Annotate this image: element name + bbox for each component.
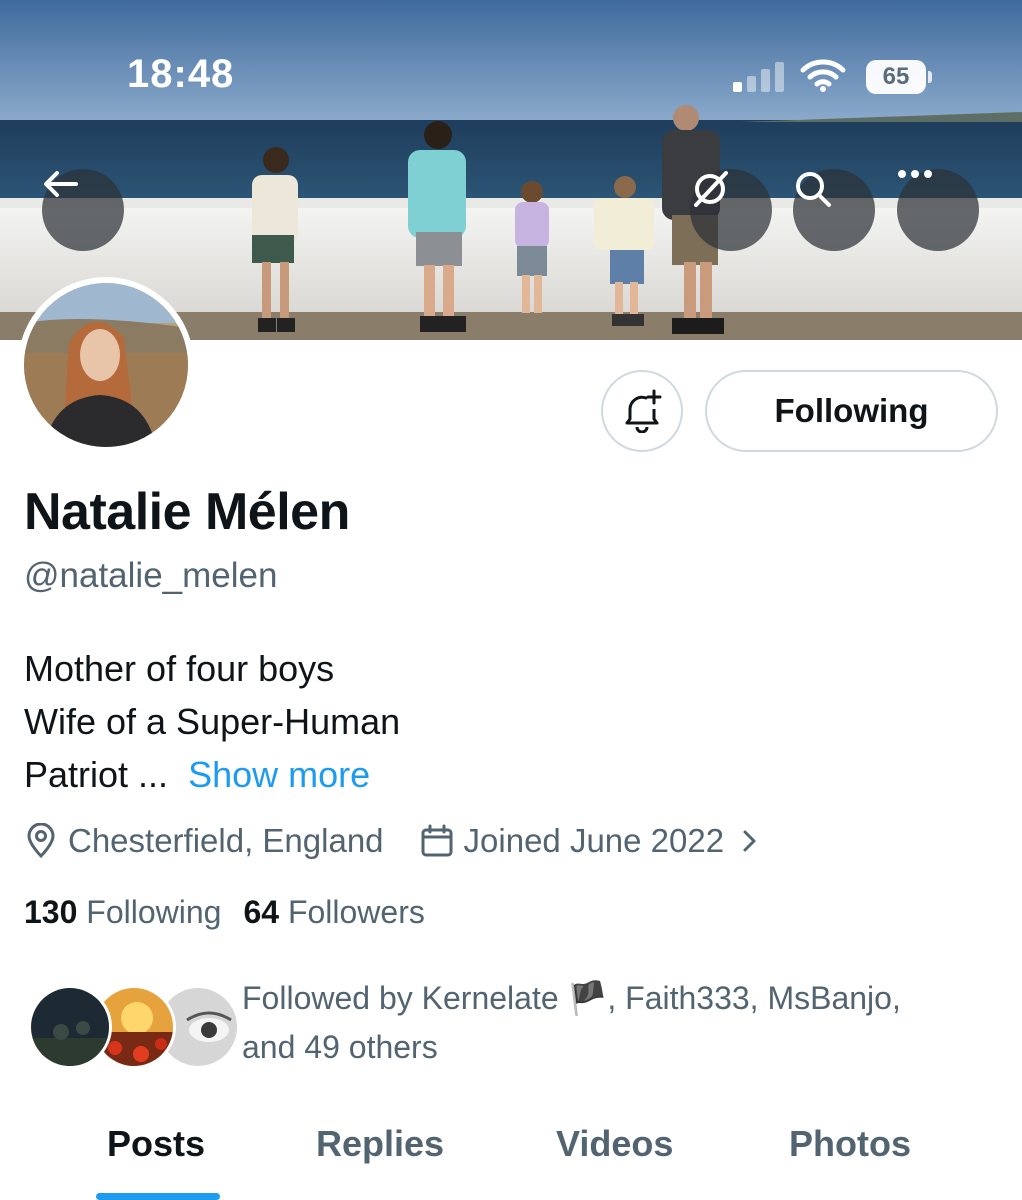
location-text: Chesterfield, England [68, 822, 384, 859]
display-name: Natalie Mélen [24, 483, 350, 541]
avatar-image [24, 283, 188, 447]
location: Chesterfield, England [24, 822, 384, 860]
more-options-button[interactable] [897, 169, 979, 251]
grok-icon [694, 171, 728, 207]
tab-posts[interactable]: Posts [107, 1123, 205, 1165]
active-tab-indicator [96, 1193, 220, 1200]
bio-line: Patriot ... [24, 754, 169, 795]
notifications-button[interactable] [601, 370, 683, 452]
followers-count: 64 [243, 894, 280, 930]
bio-line: Wife of a Super-Human [24, 701, 401, 742]
england-flag-icon: 🏴 [567, 980, 608, 1016]
profile-banner[interactable]: 18:48 65 [0, 0, 1022, 340]
following-stat[interactable]: 130 Following [24, 894, 221, 930]
follow-stats: 130 Following 64 Followers [24, 894, 425, 931]
profile-avatar[interactable] [18, 277, 194, 453]
grok-button[interactable] [690, 169, 772, 251]
follower-name: Kernelate [421, 980, 559, 1016]
banner-image [0, 0, 1022, 340]
user-handle: @natalie_melen [24, 556, 278, 595]
show-more-link[interactable]: Show more [188, 754, 370, 795]
followed-by-rest: , Faith333, MsBanjo, [607, 980, 901, 1016]
followed-by-text[interactable]: Followed by Kernelate 🏴, Faith333, MsBan… [242, 974, 982, 1072]
profile-meta: Chesterfield, England Joined June 2022 [24, 818, 764, 864]
bell-plus-icon [625, 389, 662, 433]
followed-by-avatars[interactable] [28, 985, 240, 1069]
back-button[interactable] [42, 169, 124, 251]
followers-label: Followers [287, 894, 425, 930]
bio-line: Mother of four boys [24, 648, 335, 689]
status-time: 18:48 [127, 52, 235, 96]
bio: Mother of four boys Wife of a Super-Huma… [24, 642, 400, 801]
search-icon [796, 172, 831, 207]
tab-photos[interactable]: Photos [789, 1123, 911, 1165]
joined-date[interactable]: Joined June 2022 [420, 822, 765, 860]
battery-level: 65 [882, 63, 910, 90]
followed-by-prefix: Followed by [242, 980, 422, 1016]
following-label: Following [86, 894, 222, 930]
followers-stat[interactable]: 64 Followers [243, 894, 424, 930]
calendar-icon [421, 824, 453, 857]
location-pin-icon [27, 823, 55, 859]
more-icon [898, 170, 932, 178]
battery-icon: 65 [866, 60, 932, 94]
joined-text: Joined June 2022 [463, 822, 725, 859]
chevron-right-icon [743, 830, 756, 852]
following-button[interactable]: Following [705, 370, 998, 452]
search-button[interactable] [793, 169, 875, 251]
profile-tabs: Posts Replies Videos Photos [0, 1115, 1022, 1200]
followed-by-others: and 49 others [242, 1029, 438, 1065]
arrow-left-icon [44, 171, 78, 197]
tab-replies[interactable]: Replies [316, 1123, 444, 1165]
avatar [28, 985, 112, 1069]
tab-videos[interactable]: Videos [556, 1123, 673, 1165]
following-count: 130 [24, 894, 78, 930]
